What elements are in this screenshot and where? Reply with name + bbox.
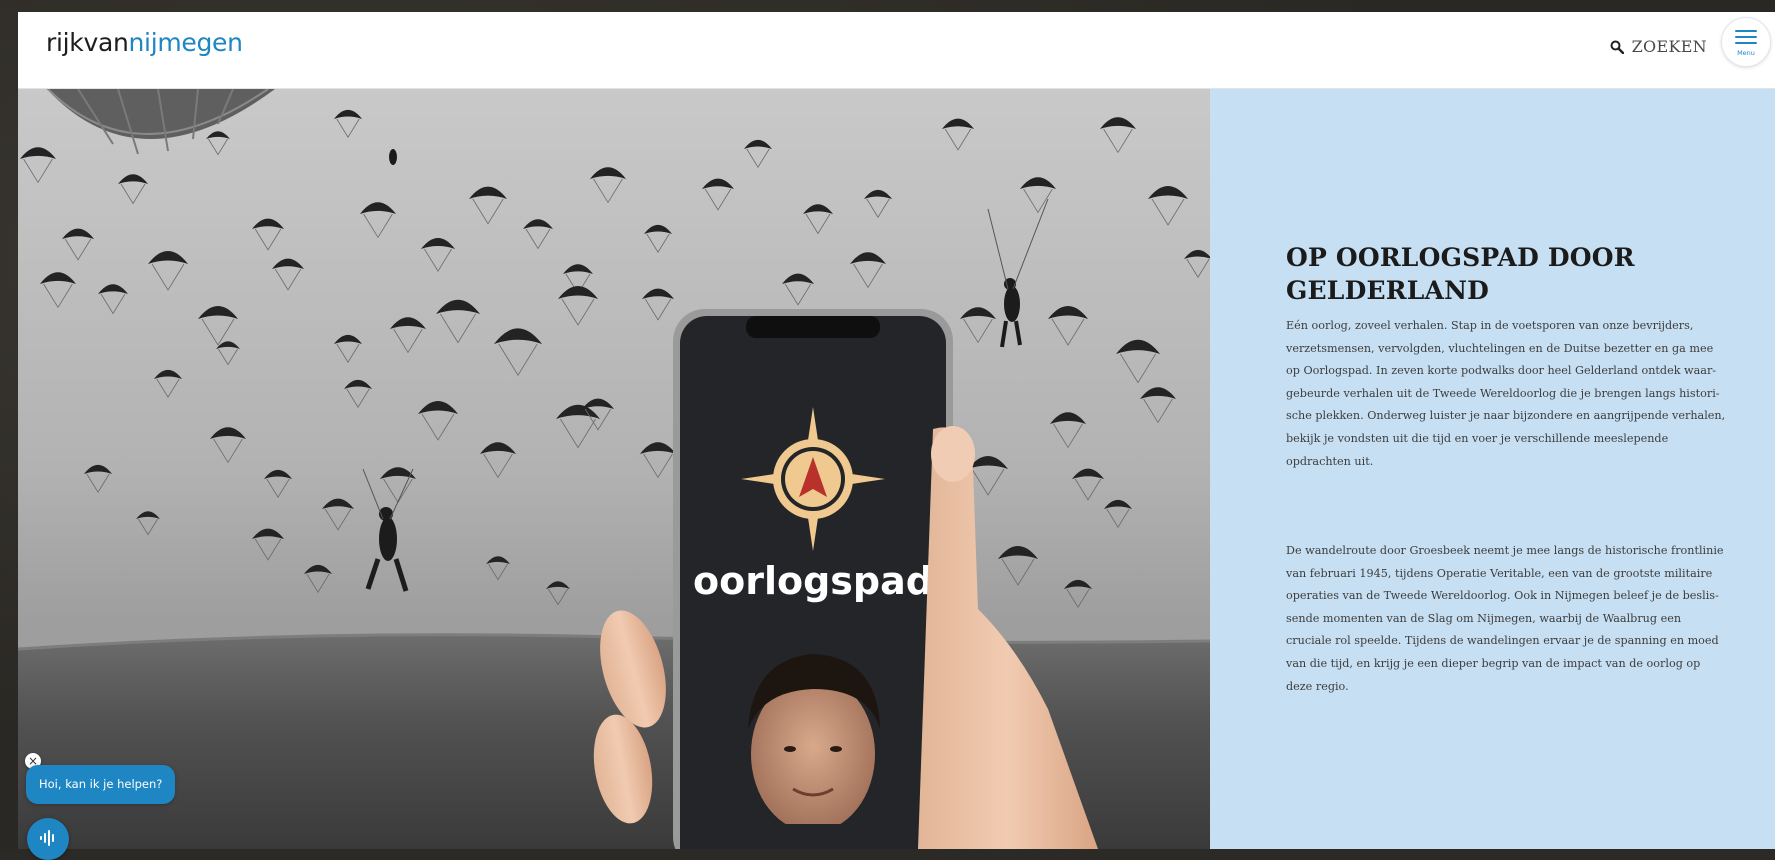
audio-wave-icon	[40, 830, 54, 846]
site-header: rijkvannijmegen ZOEKEN Menu	[18, 12, 1775, 89]
menu-button[interactable]: Menu	[1721, 17, 1771, 67]
chat-greeting-bubble[interactable]: Hoi, kan ik je helpen?	[26, 765, 176, 804]
chat-launcher-button[interactable]	[27, 818, 69, 860]
menu-label: Menu	[1737, 49, 1755, 57]
info-paragraph-1: Eén oorlog, zoveel verhalen. Stap in de …	[1286, 319, 1726, 468]
app-name-text: oorlogspad	[693, 559, 933, 603]
site-logo[interactable]: rijkvannijmegen	[46, 28, 243, 58]
hamburger-icon	[1735, 30, 1757, 48]
info-panel: OP OORLOGSPAD DOOR GELDERLAND Eén oorlog…	[1210, 89, 1775, 849]
logo-text-accent: nijmegen	[128, 28, 243, 57]
browser-viewport: rijkvannijmegen ZOEKEN Menu oorlogspad O…	[18, 12, 1775, 849]
hero-image: oorlogspad	[18, 89, 1210, 849]
info-paragraph-2: De wandelroute door Groesbeek neemt je m…	[1286, 544, 1724, 693]
logo-text-primary: rijkvan	[46, 28, 129, 57]
search-label: ZOEKEN	[1631, 37, 1707, 56]
search-icon	[1610, 40, 1624, 54]
search-button[interactable]: ZOEKEN	[1610, 37, 1707, 56]
info-title: OP OORLOGSPAD DOOR GELDERLAND	[1286, 243, 1635, 305]
